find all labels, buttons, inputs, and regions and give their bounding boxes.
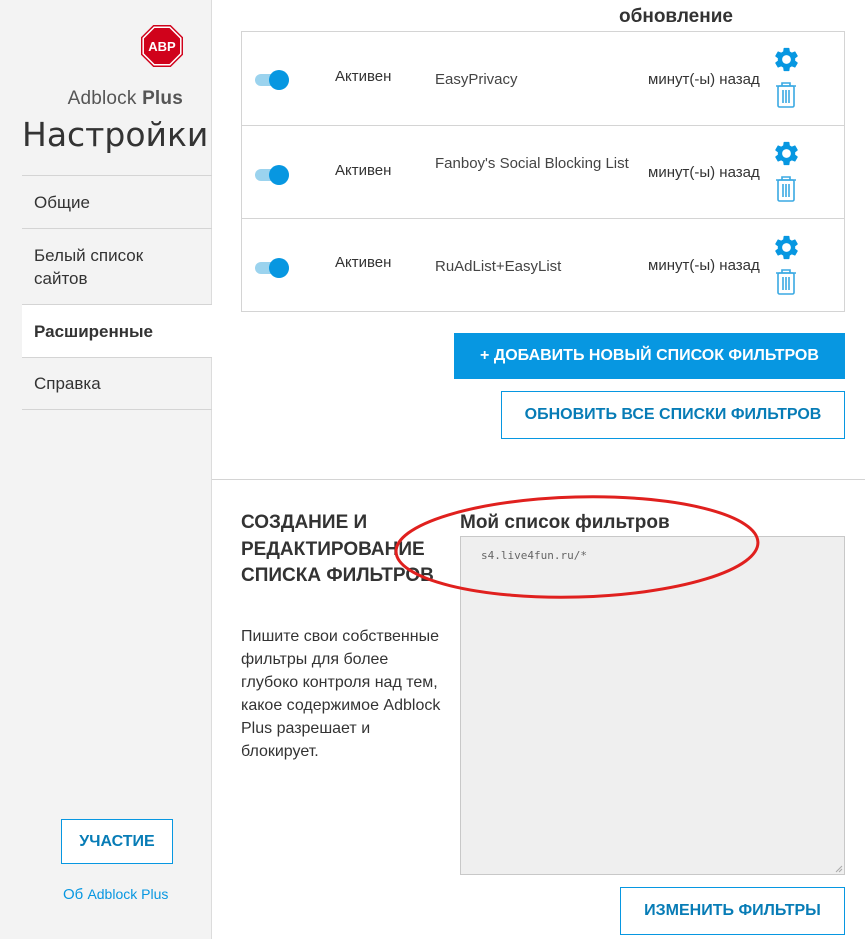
sidebar-item-advanced[interactable]: Расширенные <box>22 304 213 357</box>
resize-grip-icon[interactable] <box>833 863 843 873</box>
trash-icon[interactable] <box>774 174 798 203</box>
last-updated: минут(-ы) назад <box>648 71 760 88</box>
sidebar-item-label: Белый список сайтов <box>34 245 144 288</box>
abp-logo-icon: ABP <box>141 25 183 67</box>
trash-icon[interactable] <box>774 80 798 109</box>
update-all-filter-lists-button[interactable]: ОБНОВИТЬ ВСЕ СПИСКИ ФИЛЬТРОВ <box>501 391 845 439</box>
sidebar-item-help[interactable]: Справка <box>22 357 212 410</box>
section-description: Пишите свои собственные фильтры для боле… <box>241 628 441 760</box>
gear-icon[interactable] <box>772 139 801 168</box>
last-updated: минут(-ы) назад <box>648 164 760 181</box>
trash-icon[interactable] <box>774 267 798 296</box>
sidebar: ABP Adblock Plus Настройки Общие Белый с… <box>0 0 213 939</box>
gear-icon[interactable] <box>772 45 801 74</box>
sidebar-item-label: Общие <box>34 192 90 212</box>
sidebar-item-whitelist[interactable]: Белый список сайтов <box>22 228 212 304</box>
last-updated: минут(-ы) назад <box>648 257 760 274</box>
enable-toggle[interactable] <box>255 164 291 186</box>
status-text: Активен <box>335 162 392 179</box>
sidebar-item-general[interactable]: Общие <box>22 175 212 228</box>
main-content: обновление Активен EasyPrivacy минут(-ы)… <box>212 0 865 939</box>
status-text: Активен <box>335 254 392 271</box>
sidebar-item-label: Справка <box>34 374 101 393</box>
add-filter-list-button[interactable]: + ДОБАВИТЬ НОВЫЙ СПИСОК ФИЛЬТРОВ <box>454 333 845 379</box>
section-divider <box>212 479 865 480</box>
status-text: Активен <box>335 68 392 85</box>
filter-lists-table: Активен EasyPrivacy минут(-ы) назад Акти… <box>241 31 845 312</box>
brand-name: Adblock Plus <box>67 88 183 109</box>
page-title: Настройки <box>22 115 209 154</box>
enable-toggle[interactable] <box>255 69 291 91</box>
enable-toggle[interactable] <box>255 257 291 279</box>
annotation-ellipse <box>394 495 760 599</box>
table-row: Активен EasyPrivacy минут(-ы) назад <box>242 32 844 125</box>
about-link[interactable]: Об Adblock Plus <box>63 886 168 903</box>
edit-filters-button[interactable]: ИЗМЕНИТЬ ФИЛЬТРЫ <box>620 887 845 935</box>
gear-icon[interactable] <box>772 233 801 262</box>
svg-text:ABP: ABP <box>148 39 176 54</box>
sidebar-nav: Общие Белый список сайтов Расширенные Сп… <box>22 175 213 410</box>
table-row: Активен Fanboy's Social Blocking List ми… <box>242 125 844 218</box>
contribute-button[interactable]: УЧАСТИЕ <box>61 819 173 864</box>
filter-list-name: RuAdList+EasyList <box>435 258 562 275</box>
column-header-updated: обновление <box>619 6 733 27</box>
sidebar-item-label: Расширенные <box>34 321 153 341</box>
table-row: Активен RuAdList+EasyList минут(-ы) наза… <box>242 218 844 311</box>
filter-list-name: EasyPrivacy <box>435 71 518 88</box>
filter-list-name: Fanboy's Social Blocking List <box>435 155 629 172</box>
